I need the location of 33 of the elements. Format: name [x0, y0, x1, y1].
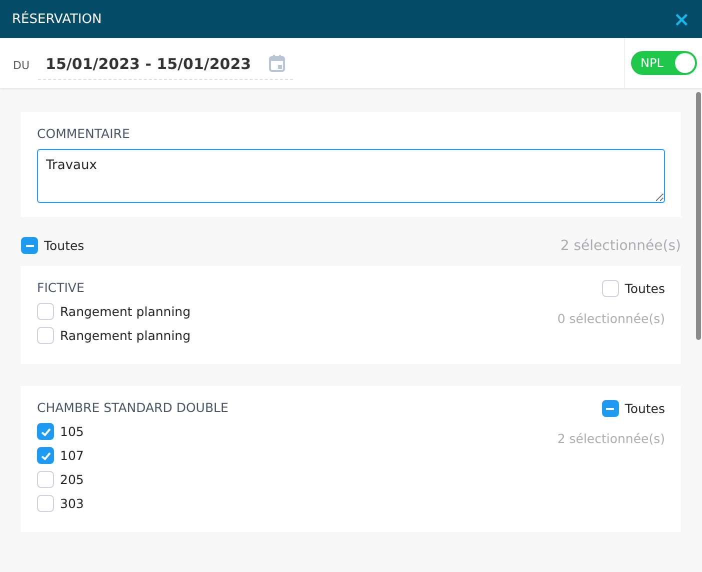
date-range-field[interactable]: 15/01/2023 - 15/01/2023	[38, 50, 294, 80]
checkbox-label: Toutes	[624, 401, 665, 416]
window-title: RÉSERVATION	[12, 12, 102, 26]
close-button[interactable]: ×	[673, 9, 690, 29]
checkbox-label: 303	[60, 496, 84, 511]
group-title: CHAMBRE STANDARD DOUBLE	[37, 400, 228, 415]
checkbox[interactable]	[37, 303, 54, 320]
checkbox[interactable]	[37, 471, 54, 488]
checkbox[interactable]	[602, 400, 619, 417]
checkbox[interactable]	[37, 327, 54, 344]
checkbox-label: 205	[60, 472, 84, 487]
calendar-icon[interactable]	[269, 55, 286, 72]
checkbox[interactable]	[37, 423, 54, 440]
checkbox-label: Rangement planning	[60, 304, 191, 319]
selected-count: 2 sélectionnée(s)	[557, 431, 665, 446]
comment-field[interactable]: Travaux	[37, 149, 665, 203]
check-icon	[40, 450, 52, 462]
checkbox-label: Toutes	[624, 281, 665, 296]
checkbox[interactable]	[37, 495, 54, 512]
check-icon	[40, 426, 52, 438]
checkbox[interactable]	[602, 280, 619, 297]
selected-count: 0 sélectionnée(s)	[557, 311, 665, 326]
checkbox-label: Toutes	[44, 238, 84, 253]
checkbox[interactable]	[21, 237, 38, 254]
checkbox-label: 105	[60, 424, 84, 439]
date-label: DU	[13, 58, 30, 72]
checkbox-label: 107	[60, 448, 84, 463]
comment-label: COMMENTAIRE	[37, 126, 131, 141]
checkbox-label: Rangement planning	[60, 328, 191, 343]
group-title: FICTIVE	[37, 280, 86, 295]
scrollbar[interactable]	[696, 92, 701, 340]
selected-count: 2 sélectionnée(s)	[560, 238, 681, 254]
checkbox[interactable]	[37, 447, 54, 464]
